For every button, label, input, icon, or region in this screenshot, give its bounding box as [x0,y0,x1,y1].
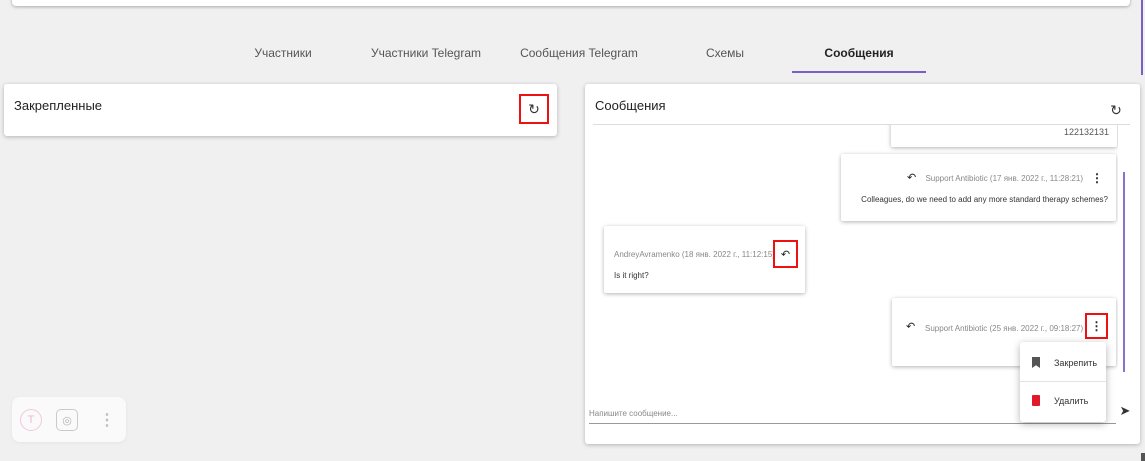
bookmark-icon [1032,357,1040,368]
message-text: 122132131 [1063,127,1109,137]
message-text: Is it right? [614,271,649,280]
more-vert-icon[interactable]: ⋮ [1085,313,1108,339]
refresh-icon[interactable]: ↻ [519,94,549,124]
more-vert-icon[interactable]: ⋮ [94,407,120,433]
message-context-menu: Закрепить Удалить [1020,342,1106,422]
tab-telegram-participants[interactable]: Участники Telegram [360,40,492,73]
text-capture-icon[interactable]: T [20,409,42,431]
scrollbar[interactable] [1123,172,1125,372]
message-meta: Support Antibiotic (17 янв. 2022 г., 11:… [925,174,1083,183]
tab-messages[interactable]: Сообщения [792,40,926,73]
camera-icon[interactable]: ◎ [56,409,78,431]
message-bubble: AndreyAvramenko (18 янв. 2022 г., 11:12:… [604,226,805,293]
refresh-icon[interactable]: ↻ [1105,99,1127,121]
tab-bar: Участники Участники Telegram Сообщения T… [0,40,1145,73]
active-tab-indicator [792,71,926,73]
messages-title: Сообщения [595,98,666,113]
more-vert-icon[interactable]: ⋮ [1091,171,1103,185]
menu-item-label: Закрепить [1054,358,1098,368]
tab-participants[interactable]: Участники [245,40,321,73]
reply-icon[interactable]: ↶ [773,240,798,268]
menu-item-delete[interactable]: Удалить [1020,382,1106,420]
tab-schemes[interactable]: Схемы [682,40,768,73]
send-icon[interactable]: ➤ [1116,402,1134,420]
top-card [12,0,1130,6]
message-bubble: ↶ Support Antibiotic (17 янв. 2022 г., 1… [841,154,1116,221]
pinned-title: Закрепленные [14,98,103,113]
window-edge [1141,453,1145,461]
reply-icon[interactable]: ↶ [906,320,915,333]
trash-icon [1032,395,1040,406]
menu-item-label: Удалить [1054,396,1089,406]
message-meta: Support Antibiotic (25 янв. 2022 г., 09:… [925,324,1084,333]
message-text: Colleagues, do we need to add any more s… [861,195,1108,204]
floating-toolbar: T ◎ ⋮ [12,397,126,442]
tab-telegram-messages[interactable]: Сообщения Telegram [512,40,646,73]
message-meta: AndreyAvramenko (18 янв. 2022 г., 11:12:… [614,250,775,259]
message-input[interactable] [589,404,1019,422]
pinned-panel: Закрепленные ↻ [4,84,557,136]
message-bubble: 122132131 [891,125,1117,147]
reply-icon[interactable]: ↶ [907,171,916,184]
menu-item-pin[interactable]: Закрепить [1020,344,1106,382]
